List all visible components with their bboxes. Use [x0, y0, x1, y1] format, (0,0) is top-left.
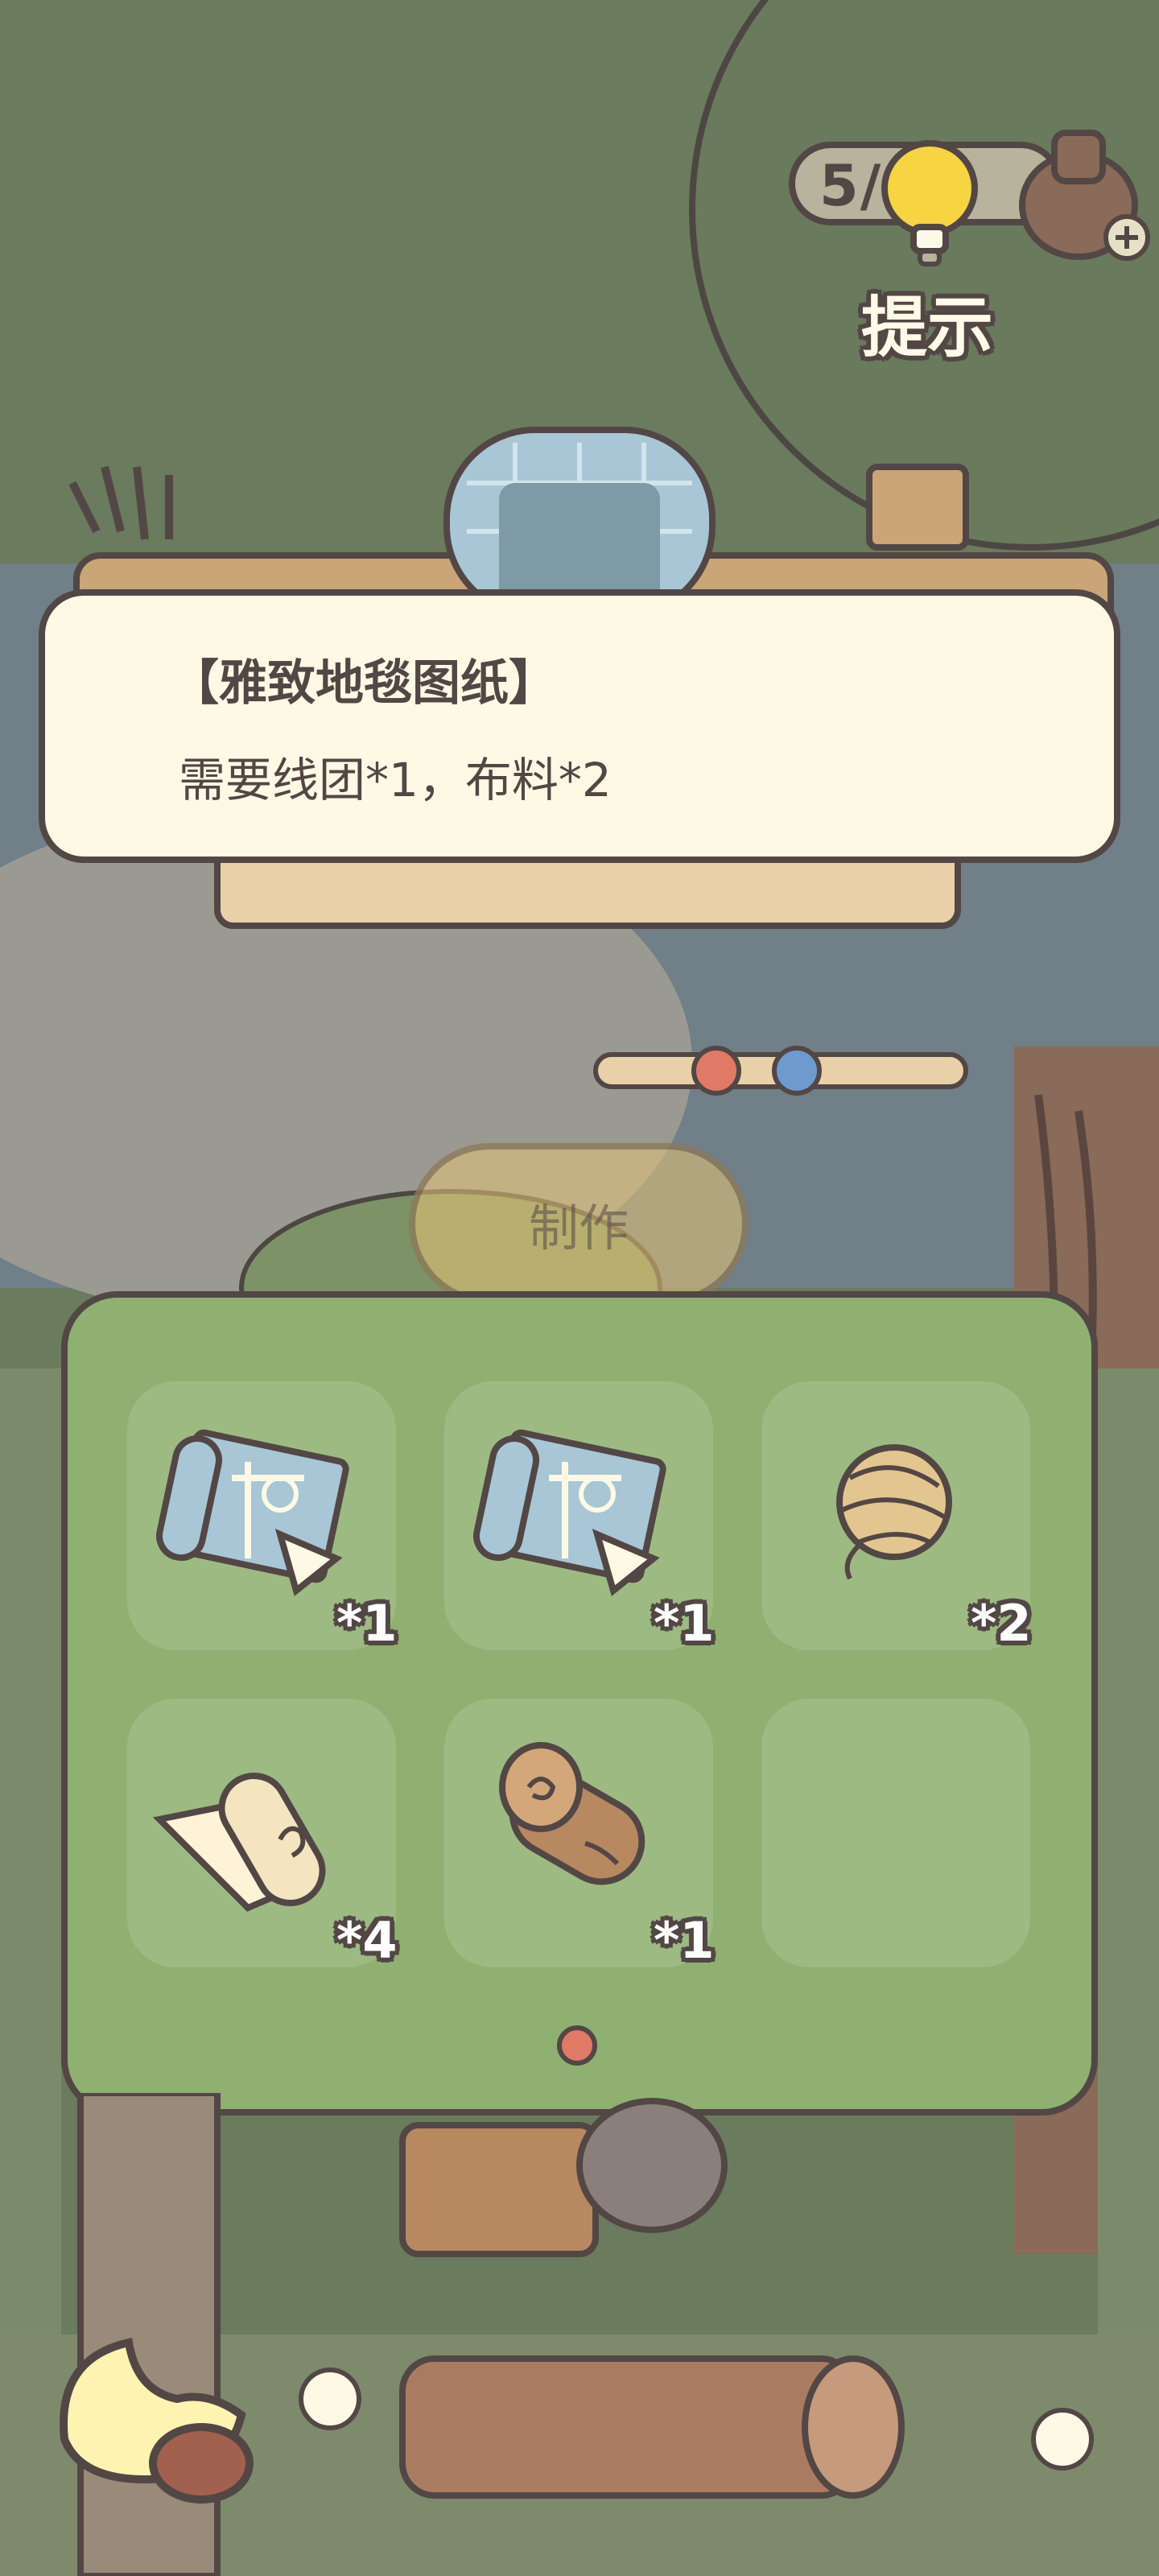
add-hint-owl-icon[interactable]	[1006, 117, 1151, 270]
slot-quantity: *1	[654, 1594, 715, 1653]
recipe-info-card	[39, 589, 1120, 863]
page-indicator-dot	[557, 2025, 597, 2066]
slot-quantity: *1	[336, 1594, 398, 1653]
make-button-label: 制作	[528, 1199, 629, 1257]
lightbulb-icon	[881, 140, 978, 266]
slot-quantity: *1	[654, 1911, 715, 1970]
hint-label[interactable]: 提示	[861, 274, 993, 369]
back-arrow-icon[interactable]	[40, 2318, 258, 2504]
recipe-title: 【雅致地毯图纸】	[171, 655, 557, 712]
slot-quantity: *4	[336, 1911, 398, 1970]
make-button[interactable]: 制作	[409, 1143, 749, 1304]
inventory-slot-empty[interactable]	[761, 1699, 1030, 1967]
recipe-requirement: 需要线团*1，布料*2	[179, 753, 612, 807]
slot-quantity: *2	[971, 1594, 1032, 1653]
